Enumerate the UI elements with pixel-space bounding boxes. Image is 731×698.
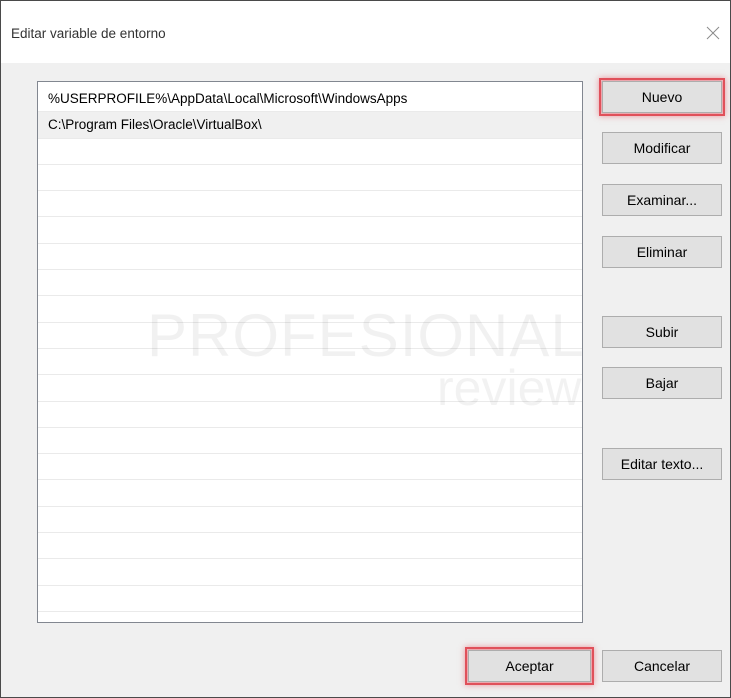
list-item-empty[interactable] (38, 428, 582, 455)
close-icon (706, 26, 720, 40)
list-item-empty[interactable] (38, 165, 582, 192)
list-item-empty[interactable] (38, 507, 582, 534)
browse-button[interactable]: Examinar... (602, 184, 722, 216)
list-item-empty[interactable] (38, 454, 582, 481)
list-item-empty[interactable] (38, 270, 582, 297)
list-item-empty[interactable] (38, 586, 582, 612)
cancel-button[interactable]: Cancelar (602, 650, 722, 682)
move-up-button[interactable]: Subir (602, 316, 722, 348)
list-item-empty[interactable] (38, 244, 582, 271)
path-list[interactable]: %USERPROFILE%\AppData\Local\Microsoft\Wi… (37, 81, 583, 623)
list-item-empty[interactable] (38, 349, 582, 376)
list-item-empty[interactable] (38, 217, 582, 244)
new-button[interactable]: Nuevo (599, 78, 725, 116)
edit-text-button[interactable]: Editar texto... (602, 448, 722, 480)
list-item-selected[interactable]: C:\Program Files\Oracle\VirtualBox\ (38, 112, 582, 139)
list-item-empty[interactable] (38, 402, 582, 428)
list-item-empty[interactable] (38, 296, 582, 323)
edit-button[interactable]: Modificar (602, 132, 722, 164)
ok-button[interactable]: Aceptar (465, 647, 594, 685)
close-button[interactable] (696, 17, 730, 49)
window-title: Editar variable de entorno (11, 26, 166, 41)
list-item-empty[interactable] (38, 480, 582, 507)
list-item-empty[interactable] (38, 191, 582, 218)
move-down-button[interactable]: Bajar (602, 367, 722, 399)
delete-button[interactable]: Eliminar (602, 236, 722, 268)
list-item-empty[interactable] (38, 375, 582, 402)
list-item-empty[interactable] (38, 323, 582, 349)
edit-env-variable-dialog: Editar variable de entorno %USERPROFILE%… (0, 0, 731, 698)
list-item[interactable]: %USERPROFILE%\AppData\Local\Microsoft\Wi… (38, 86, 582, 113)
list-item-empty[interactable] (38, 533, 582, 560)
title-bar: Editar variable de entorno (1, 1, 730, 63)
list-item-empty[interactable] (38, 139, 582, 165)
list-item-empty[interactable] (38, 559, 582, 586)
